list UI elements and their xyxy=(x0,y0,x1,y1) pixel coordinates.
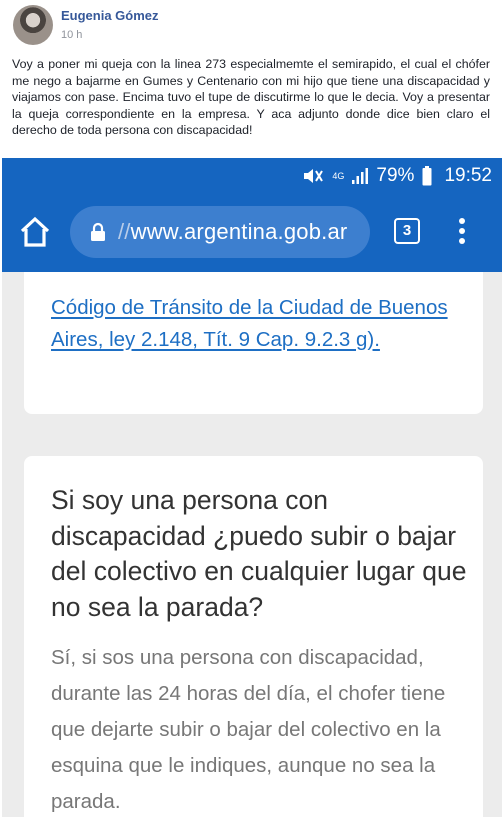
url-text[interactable]: //www.argentina.gob.ar xyxy=(118,219,347,245)
faq-answer: Sí, si sos una persona con discapacidad,… xyxy=(51,646,446,813)
post-author[interactable]: Eugenia Gómez xyxy=(61,8,159,23)
post-timestamp[interactable]: 10 h xyxy=(61,29,82,41)
faq-card: Si soy una persona con discapacidad ¿pue… xyxy=(24,456,483,817)
faq-question: Si soy una persona con discapacidad ¿pue… xyxy=(51,485,467,622)
overflow-menu-icon[interactable] xyxy=(454,218,470,248)
browser-toolbar: //www.argentina.gob.ar 3 xyxy=(2,194,502,272)
law-card: Código de Tránsito de la Ciudad de Bueno… xyxy=(24,272,483,414)
mute-icon xyxy=(304,169,324,183)
status-bar: 4G 79% 19:52 xyxy=(2,158,502,194)
battery-icon xyxy=(422,166,432,186)
attached-screenshot[interactable]: 4G 79% 19:52 //www.argentina.gob.ar 3 Có… xyxy=(2,158,502,817)
tab-switcher-button[interactable]: 3 xyxy=(394,218,420,244)
post-text: Voy a poner mi queja con la linea 273 es… xyxy=(12,57,490,137)
battery-percent: 79% xyxy=(376,165,415,186)
facebook-post: Eugenia Gómez 10 h Voy a poner mi queja … xyxy=(0,0,502,158)
law-link[interactable]: Código de Tránsito de la Ciudad de Bueno… xyxy=(51,292,471,355)
status-clock: 19:52 xyxy=(444,165,492,186)
url-bar[interactable]: //www.argentina.gob.ar xyxy=(70,206,370,258)
url-scheme: // xyxy=(118,219,131,244)
network-type: 4G xyxy=(332,170,345,181)
home-icon[interactable] xyxy=(18,215,52,249)
signal-icon xyxy=(352,168,369,184)
lock-icon xyxy=(91,222,105,241)
avatar[interactable] xyxy=(13,5,53,45)
url-domain: www.argentina.gob.ar xyxy=(130,219,348,244)
